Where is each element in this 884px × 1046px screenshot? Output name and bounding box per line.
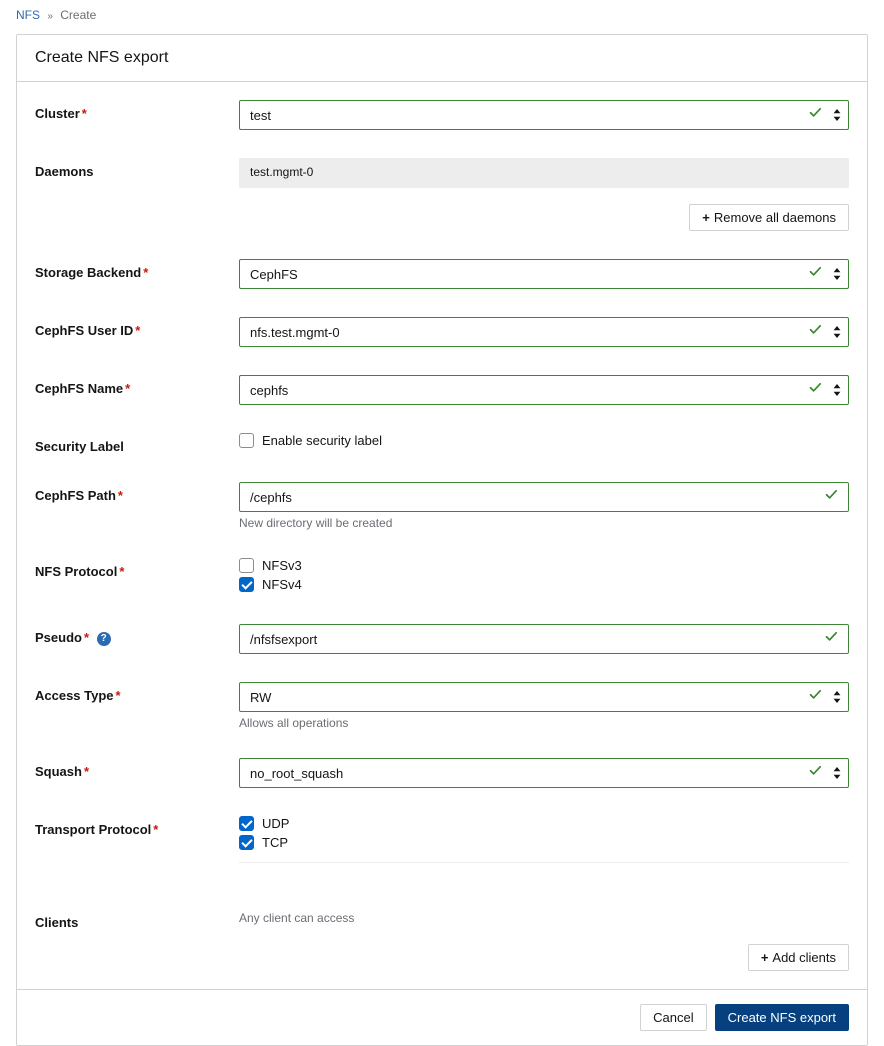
required-icon: * <box>118 488 123 503</box>
pseudo-input[interactable] <box>239 624 849 654</box>
divider <box>239 862 849 863</box>
required-icon: * <box>84 630 89 645</box>
label-daemons: Daemons <box>35 158 239 179</box>
label-cephfs-path: CephFS Path* <box>35 482 239 503</box>
required-icon: * <box>153 822 158 837</box>
label-access-type: Access Type* <box>35 682 239 703</box>
access-type-select[interactable]: RW <box>239 682 849 712</box>
plus-icon: + <box>761 950 769 965</box>
access-type-helper: Allows all operations <box>239 716 849 730</box>
label-storage-backend: Storage Backend* <box>35 259 239 280</box>
squash-select[interactable]: no_root_squash <box>239 758 849 788</box>
breadcrumb-current: Create <box>60 8 96 22</box>
label-cluster: Cluster* <box>35 100 239 121</box>
page-title: Create NFS export <box>17 35 867 82</box>
required-icon: * <box>119 564 124 579</box>
cephfs-user-id-select[interactable]: nfs.test.mgmt-0 <box>239 317 849 347</box>
storage-backend-select[interactable]: CephFS <box>239 259 849 289</box>
cephfs-name-select[interactable]: cephfs <box>239 375 849 405</box>
nfsv4-checkbox[interactable] <box>239 577 254 592</box>
add-clients-button[interactable]: + Add clients <box>748 944 849 971</box>
required-icon: * <box>84 764 89 779</box>
tcp-label: TCP <box>262 835 288 850</box>
cephfs-path-input[interactable] <box>239 482 849 512</box>
required-icon: * <box>125 381 130 396</box>
plus-icon: + <box>702 210 710 225</box>
label-nfs-protocol: NFS Protocol* <box>35 558 239 579</box>
label-cephfs-user-id: CephFS User ID* <box>35 317 239 338</box>
required-icon: * <box>143 265 148 280</box>
enable-security-label-text: Enable security label <box>262 433 382 448</box>
nfsv3-label: NFSv3 <box>262 558 302 573</box>
enable-security-label-checkbox[interactable] <box>239 433 254 448</box>
label-squash: Squash* <box>35 758 239 779</box>
create-nfs-export-button[interactable]: Create NFS export <box>715 1004 849 1031</box>
nfsv3-checkbox[interactable] <box>239 558 254 573</box>
label-cephfs-name: CephFS Name* <box>35 375 239 396</box>
required-icon: * <box>82 106 87 121</box>
label-pseudo: Pseudo* ? <box>35 624 239 646</box>
help-icon[interactable]: ? <box>97 632 111 646</box>
label-security-label: Security Label <box>35 433 239 454</box>
breadcrumb-root-link[interactable]: NFS <box>16 8 40 22</box>
breadcrumb: NFS » Create <box>16 0 868 30</box>
cephfs-path-helper: New directory will be created <box>239 516 849 530</box>
required-icon: * <box>116 688 121 703</box>
clients-helper: Any client can access <box>239 911 849 925</box>
tcp-checkbox[interactable] <box>239 835 254 850</box>
form-card: Create NFS export Cluster* test Daemons <box>16 34 868 1046</box>
udp-label: UDP <box>262 816 289 831</box>
label-clients: Clients <box>35 909 239 930</box>
nfsv4-label: NFSv4 <box>262 577 302 592</box>
cancel-button[interactable]: Cancel <box>640 1004 706 1031</box>
remove-all-daemons-button[interactable]: + Remove all daemons <box>689 204 849 231</box>
cluster-select[interactable]: test <box>239 100 849 130</box>
udp-checkbox[interactable] <box>239 816 254 831</box>
required-icon: * <box>135 323 140 338</box>
breadcrumb-separator-icon: » <box>47 11 53 22</box>
daemon-tag: test.mgmt-0 <box>239 158 849 188</box>
label-transport-protocol: Transport Protocol* <box>35 816 239 837</box>
